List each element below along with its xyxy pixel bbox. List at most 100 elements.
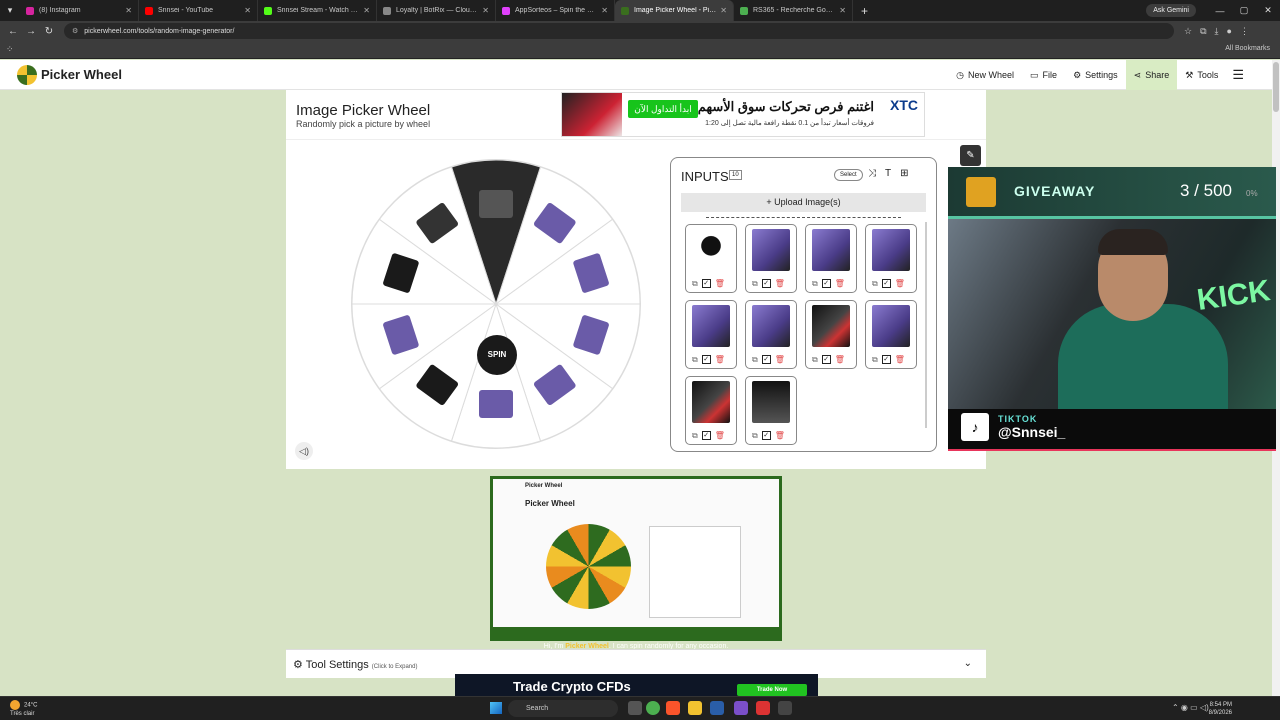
duplicate-icon[interactable]: ⧉	[752, 279, 758, 289]
delete-icon[interactable]: 🗑	[835, 355, 845, 365]
bottom-ad-banner[interactable]: Trade Crypto CFDs Trade Now	[455, 674, 818, 696]
all-bookmarks-link[interactable]: All Bookmarks	[1225, 45, 1270, 52]
upload-images-button[interactable]: + Upload Image(s)	[681, 193, 926, 212]
delete-icon[interactable]: 🗑	[835, 279, 845, 289]
app-icon[interactable]	[778, 701, 792, 715]
taskbar-search[interactable]: Search	[508, 700, 618, 717]
tab-close-icon[interactable]: ✕	[720, 6, 727, 15]
browser-menu-icon[interactable]: ⋮	[1240, 26, 1249, 37]
tab-close-icon[interactable]: ✕	[482, 6, 489, 15]
tab-close-icon[interactable]: ✕	[125, 6, 132, 15]
minimize-icon[interactable]: —	[1208, 6, 1232, 16]
menu-share[interactable]: ⋖ Share	[1125, 60, 1178, 90]
menu-settings[interactable]: ⚙ Settings	[1065, 60, 1126, 90]
image-input-card[interactable]: ⧉ ✓ 🗑	[865, 300, 917, 369]
image-input-card[interactable]: ⧉ ✓ 🗑	[685, 300, 737, 369]
bottom-ad-button[interactable]: Trade Now	[737, 684, 807, 696]
duplicate-icon[interactable]: ⧉	[692, 355, 698, 365]
sound-toggle-icon[interactable]: ◁)	[295, 442, 313, 460]
forward-icon[interactable]: →	[22, 26, 40, 37]
download-icon[interactable]: ⤓	[1215, 26, 1219, 37]
include-checkbox[interactable]: ✓	[881, 279, 891, 288]
browser-tab[interactable]: (8) Instagram ✕	[20, 0, 139, 21]
delete-icon[interactable]: 🗑	[715, 355, 725, 365]
tab-close-icon[interactable]: ✕	[839, 6, 846, 15]
chevron-down-icon[interactable]: ⌄	[964, 658, 972, 669]
browser-tab[interactable]: Snnsei - YouTube ✕	[139, 0, 258, 21]
chrome-icon[interactable]	[646, 701, 660, 715]
include-checkbox[interactable]: ✓	[701, 431, 711, 440]
spin-button[interactable]: SPIN	[477, 335, 517, 375]
ad-cta-button[interactable]: ابدأ التداول الآن	[628, 100, 698, 118]
duplicate-icon[interactable]: ⧉	[872, 355, 878, 365]
new-tab-icon[interactable]: +	[861, 4, 868, 18]
duplicate-icon[interactable]: ⧉	[872, 279, 878, 289]
close-window-icon[interactable]: ✕	[1256, 5, 1280, 16]
browser-tab[interactable]: RS365 - Recherche Google ✕	[734, 0, 853, 21]
include-checkbox[interactable]: ✓	[701, 279, 711, 288]
select-button[interactable]: Select	[834, 169, 863, 181]
tab-close-icon[interactable]: ✕	[244, 6, 251, 15]
browser-tab[interactable]: Loyalty | BotRix — Cloud Stream Bot ✕	[377, 0, 496, 21]
top-ad-banner[interactable]: ابدأ التداول الآن اغتنم فرص تحركات سوق ا…	[561, 92, 925, 137]
image-input-card[interactable]: ⧉ ✓ 🗑	[805, 300, 857, 369]
image-input-card[interactable]: ⧉ ✓ 🗑	[745, 300, 797, 369]
image-input-card[interactable]: ⧉ ✓ 🗑	[745, 376, 797, 445]
gift-icon[interactable]: ⊞	[900, 168, 908, 179]
duplicate-icon[interactable]: ⧉	[812, 279, 818, 289]
duplicate-icon[interactable]: ⧉	[752, 355, 758, 365]
image-input-card[interactable]: ⧉ ✓ 🗑	[685, 376, 737, 445]
delete-icon[interactable]: 🗑	[715, 431, 725, 441]
maximize-icon[interactable]: ▢	[1232, 5, 1256, 16]
menu-new-wheel[interactable]: ◷ New Wheel	[948, 60, 1022, 90]
image-input-card[interactable]: ⧉ ✓ 🗑	[745, 224, 797, 293]
include-checkbox[interactable]: ✓	[761, 431, 771, 440]
discord-icon[interactable]	[734, 701, 748, 715]
duplicate-icon[interactable]: ⧉	[692, 431, 698, 441]
profile-icon[interactable]: ●	[1227, 26, 1232, 37]
text-mode-icon[interactable]: T	[885, 168, 891, 179]
extensions-icon[interactable]: ⧉	[1200, 26, 1206, 37]
delete-icon[interactable]: 🗑	[775, 279, 785, 289]
brave-icon[interactable]	[666, 701, 680, 715]
menu-file[interactable]: ▭ File	[1022, 60, 1065, 90]
ask-gemini-button[interactable]: Ask Gemini	[1146, 4, 1196, 17]
include-checkbox[interactable]: ✓	[761, 355, 771, 364]
include-checkbox[interactable]: ✓	[761, 279, 771, 288]
duplicate-icon[interactable]: ⧉	[812, 355, 818, 365]
weather-widget[interactable]: 24°C Très clair	[10, 700, 37, 718]
image-input-card[interactable]: ⧉ ✓ 🗑	[685, 224, 737, 293]
bookmark-star-icon[interactable]: ☆	[1184, 26, 1192, 37]
picker-wheel[interactable]	[350, 158, 642, 450]
windows-start-icon[interactable]	[490, 702, 502, 714]
duplicate-icon[interactable]: ⧉	[692, 279, 698, 289]
include-checkbox[interactable]: ✓	[821, 355, 831, 364]
hamburger-menu-icon[interactable]: ☰	[1226, 60, 1252, 90]
intro-video[interactable]: Picker Wheel Picker Wheel Hi, I'm Picker…	[490, 476, 782, 650]
delete-icon[interactable]: 🗑	[775, 355, 785, 365]
delete-icon[interactable]: 🗑	[895, 355, 905, 365]
include-checkbox[interactable]: ✓	[821, 279, 831, 288]
steam-icon[interactable]	[710, 701, 724, 715]
site-logo[interactable]: Picker Wheel	[17, 64, 122, 85]
system-tray-icons[interactable]: ⌃ ◉ ▭ ◁)	[1172, 703, 1209, 712]
menu-tools[interactable]: ⚒ Tools	[1177, 60, 1226, 90]
page-scrollbar-thumb[interactable]	[1273, 62, 1279, 112]
delete-icon[interactable]: 🗑	[715, 279, 725, 289]
task-view-icon[interactable]	[628, 701, 642, 715]
browser-tab[interactable]: AppSorteos – Spin the Wheel Online✕	[496, 0, 615, 21]
shuffle-icon[interactable]: ⤨	[868, 168, 876, 179]
include-checkbox[interactable]: ✓	[701, 355, 711, 364]
back-icon[interactable]: ←	[4, 26, 22, 37]
tab-close-icon[interactable]: ✕	[363, 6, 370, 15]
inputs-scrollbar[interactable]	[925, 222, 927, 428]
clock[interactable]: 8:54 PM 8/9/2026	[1209, 701, 1232, 717]
edit-mode-icon[interactable]: ✎	[960, 145, 981, 166]
explorer-icon[interactable]	[688, 701, 702, 715]
delete-icon[interactable]: 🗑	[895, 279, 905, 289]
image-input-card[interactable]: ⧉ ✓ 🗑	[805, 224, 857, 293]
apps-icon[interactable]: ⁘	[6, 44, 14, 55]
reload-icon[interactable]: ↻	[40, 26, 58, 37]
image-input-card[interactable]: ⧉ ✓ 🗑	[865, 224, 917, 293]
tab-search-icon[interactable]: ▾	[0, 5, 20, 16]
